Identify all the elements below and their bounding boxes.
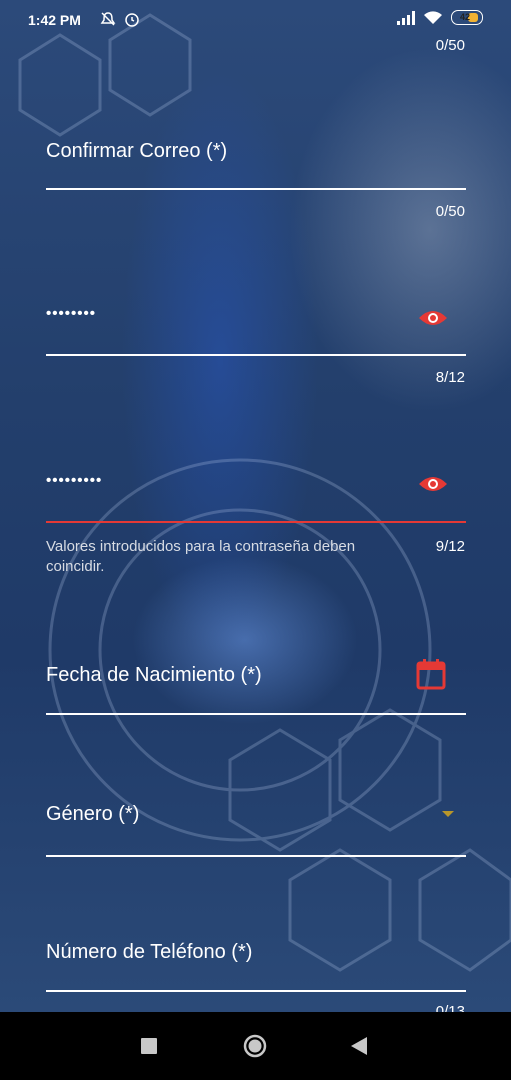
status-system-icons: 42 [397, 10, 483, 25]
password-value: •••••••• [46, 305, 97, 322]
password-mismatch-error: Valores introducidos para la contraseña … [46, 538, 356, 575]
navigation-bar [0, 1012, 511, 1080]
wifi-icon [424, 11, 442, 24]
status-notification-icons [100, 11, 140, 27]
gender-label: Género (*) [46, 803, 140, 825]
password-counter: 8/12 [435, 369, 465, 386]
battery-icon: 42 [451, 10, 483, 25]
birth-date-underline [46, 713, 466, 715]
dropdown-arrow-icon [442, 811, 454, 817]
phone-underline [46, 990, 466, 992]
back-triangle-icon[interactable] [351, 1037, 367, 1055]
eye-icon[interactable] [418, 474, 448, 494]
alarm-icon [125, 13, 139, 27]
confirm-email-counter: 0/50 [435, 203, 465, 220]
confirm-email-label: Confirmar Correo (*) [46, 140, 228, 162]
circle-icon[interactable] [243, 1034, 267, 1058]
eye-icon[interactable] [418, 308, 448, 328]
confirm-password-underline [46, 521, 466, 523]
square-icon[interactable] [141, 1038, 157, 1054]
battery-level: 42 [459, 12, 470, 22]
signal-icon [397, 10, 415, 25]
status-bar: 1:42 PM 42 [0, 0, 511, 40]
mute-bell-icon [100, 12, 116, 26]
password-underline [46, 354, 466, 356]
gender-underline [46, 855, 466, 857]
confirm-password-counter: 9/12 [435, 538, 465, 555]
status-time: 1:42 PM [28, 12, 81, 28]
calendar-icon[interactable] [416, 658, 446, 690]
email-counter: 0/50 [435, 37, 465, 54]
confirm-password-value: ••••••••• [46, 472, 103, 489]
birth-date-label: Fecha de Nacimiento (*) [46, 664, 262, 686]
phone-label: Número de Teléfono (*) [46, 941, 253, 963]
confirm-email-underline [46, 188, 466, 190]
